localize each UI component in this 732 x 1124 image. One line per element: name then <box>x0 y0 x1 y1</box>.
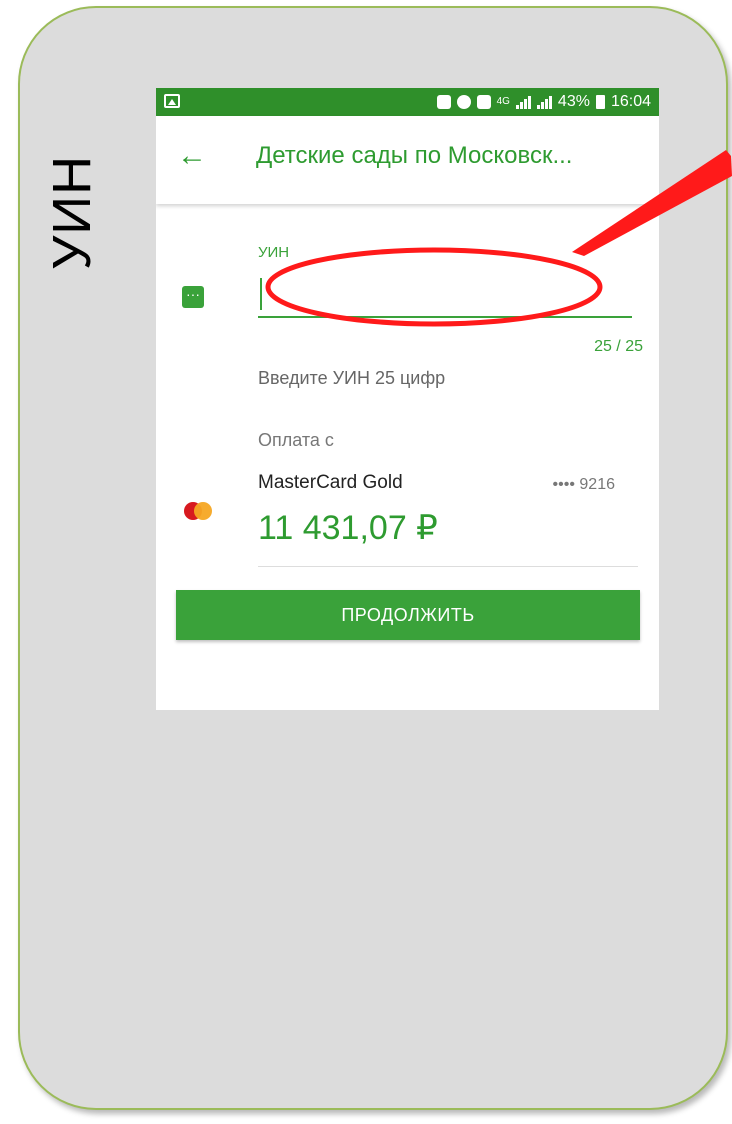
card-balance: 11 431,07 ₽ <box>258 509 438 547</box>
uin-input[interactable] <box>258 268 632 318</box>
phone-screenshot: 4G 43% 16:04 ← Детские сады по Московск.… <box>156 88 659 710</box>
status-bar: 4G 43% 16:04 <box>156 88 659 116</box>
battery-percent: 43% <box>557 93 590 110</box>
more-icon: ··· <box>182 286 204 308</box>
side-label: УИН <box>42 154 102 270</box>
text-caret <box>260 278 262 310</box>
gallery-notification-icon <box>164 94 180 108</box>
mastercard-icon <box>184 502 218 520</box>
card-name[interactable]: MasterCard Gold <box>258 472 403 494</box>
alarm-icon <box>456 95 471 109</box>
lock-icon <box>436 95 451 109</box>
back-arrow-icon[interactable]: ← <box>174 138 210 174</box>
app-bar: ← Детские сады по Московск... <box>156 116 659 204</box>
uin-hint: Введите УИН 25 цифр <box>258 368 446 388</box>
network-type: 4G <box>496 96 510 107</box>
page-title: Детские сады по Московск... <box>256 142 573 169</box>
clock: 16:04 <box>610 93 651 110</box>
signal-icon <box>515 95 531 109</box>
nfc-icon <box>476 95 491 109</box>
char-counter: 25 / 25 <box>594 338 643 355</box>
divider <box>258 566 638 567</box>
status-icons: 4G 43% 16:04 <box>436 92 651 112</box>
signal-icon-sim2 <box>536 95 552 109</box>
uin-label: УИН <box>258 244 290 261</box>
battery-icon <box>595 95 605 109</box>
pay-from-label: Оплата с <box>258 430 334 450</box>
card-number-mask: •••• 9216 <box>552 476 615 493</box>
slide: УИН 4G 43% 16:04 ← Детские сады по Моско… <box>0 0 732 1124</box>
continue-button[interactable]: ПРОДОЛЖИТЬ <box>176 590 640 640</box>
